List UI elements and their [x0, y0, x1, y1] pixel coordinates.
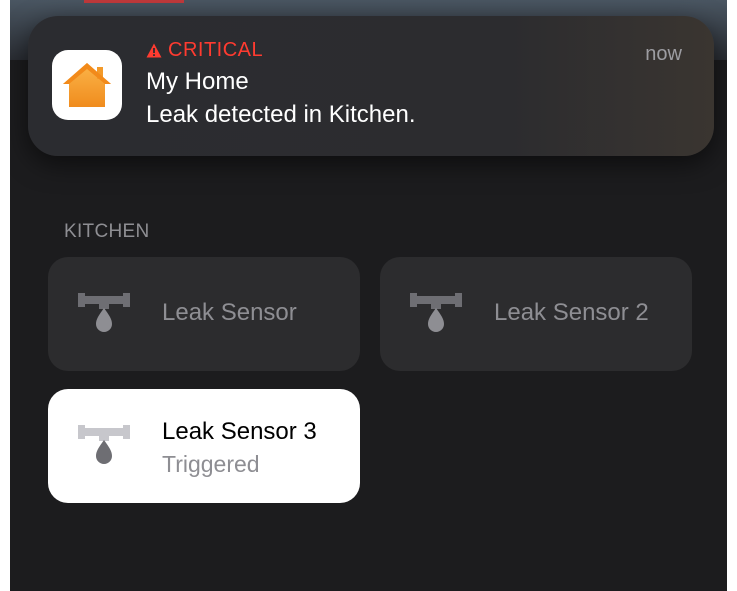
notification-time: now: [645, 43, 682, 65]
accessory-status: Triggered: [162, 451, 260, 477]
accessory-tile-leak-sensor-3[interactable]: Leak Sensor 3 Triggered: [48, 389, 360, 503]
accessory-name: Leak Sensor 3: [162, 418, 317, 445]
leak-sensor-icon: [78, 293, 130, 332]
leak-sensor-icon: [78, 425, 130, 464]
accessory-name: Leak Sensor: [162, 299, 297, 326]
accessory-tile-leak-sensor[interactable]: Leak Sensor: [48, 257, 360, 371]
critical-badge: CRITICAL: [146, 39, 263, 62]
lock-screen: CRITICAL My Home Leak detected in Kitche…: [10, 0, 727, 591]
critical-label: CRITICAL: [168, 39, 264, 61]
notification-message: Leak detected in Kitchen.: [146, 101, 416, 128]
top-accent-bar: [84, 0, 184, 3]
accessory-name: Leak Sensor 2: [494, 299, 649, 326]
room-label: KITCHEN: [64, 221, 150, 242]
leak-sensor-icon: [410, 293, 462, 332]
notification-app-name: My Home: [146, 68, 249, 95]
notification-banner[interactable]: CRITICAL My Home Leak detected in Kitche…: [28, 16, 714, 156]
home-app-icon: [52, 50, 122, 120]
warning-triangle-icon: [146, 43, 162, 58]
accessory-tile-leak-sensor-2[interactable]: Leak Sensor 2: [380, 257, 692, 371]
